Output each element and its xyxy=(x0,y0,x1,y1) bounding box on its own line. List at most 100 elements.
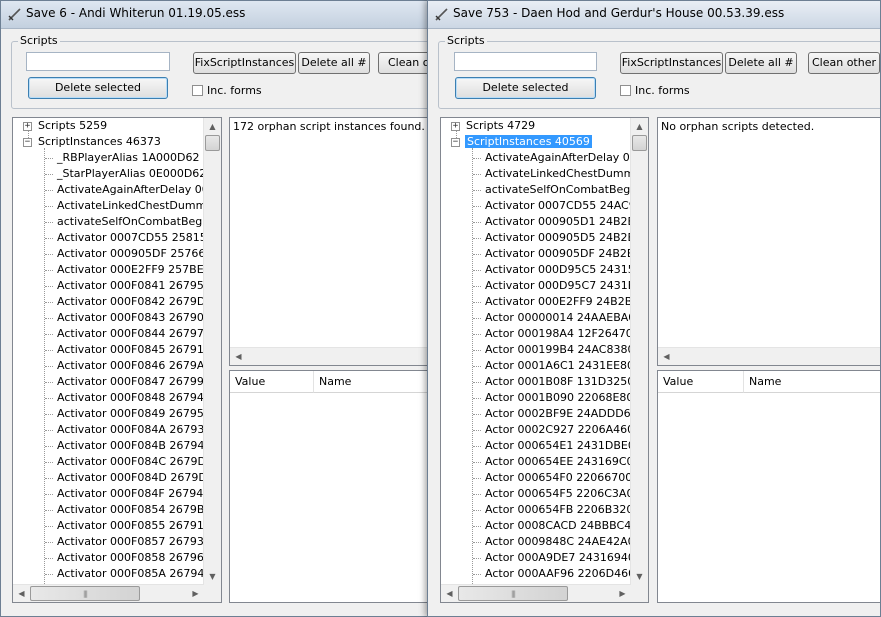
tree-item[interactable]: Actor 0001B08F 131D3250 xyxy=(485,374,634,390)
right-save-window[interactable]: Save 753 - Daen Hod and Gerdur's House 0… xyxy=(427,0,881,617)
right-tree-horizontal-scrollbar[interactable]: ◀ ||| ▶ xyxy=(441,584,631,602)
tree-item[interactable]: Activator 000F0855 26791C00 xyxy=(57,518,221,534)
tree-item[interactable]: Actor 000AAF96 2206D460 xyxy=(485,566,635,582)
tree-item[interactable]: Activator 000F085A 26794580 xyxy=(57,566,221,582)
tree-item[interactable]: _RBPlayerAlias 1A000D62 222 xyxy=(57,150,221,166)
left-message-horizontal-scrollbar[interactable]: ◀ xyxy=(230,347,429,365)
right-tree-hscroll-thumb[interactable]: ||| xyxy=(458,586,568,601)
tree-item[interactable]: Actor 0001A6C1 2431EE80 xyxy=(485,358,634,374)
scroll-down-arrow-icon[interactable]: ▼ xyxy=(204,568,221,585)
right-tree-vscroll-thumb[interactable] xyxy=(632,135,647,151)
tree-item[interactable]: Activator 000F084B 26794FC0 xyxy=(57,438,221,454)
tree-item[interactable]: Activator 000F0857 267931E0 xyxy=(57,534,221,550)
tree-item[interactable]: activateSelfOnCombatBegin 00 xyxy=(485,182,648,198)
tree-item[interactable]: Actor 000654EE 243169C0 xyxy=(485,454,634,470)
scroll-left-arrow-icon[interactable]: ◀ xyxy=(441,585,458,602)
left-delete-all-button[interactable]: Delete all # xyxy=(298,52,370,74)
scroll-down-arrow-icon[interactable]: ▼ xyxy=(631,568,648,585)
right-message-horizontal-scrollbar[interactable]: ◀ xyxy=(658,347,880,365)
tree-item[interactable]: Activator 000905D5 24B2B620 xyxy=(485,230,648,246)
tree-item[interactable]: Activator 000F084F 267941A0 xyxy=(57,486,221,502)
scroll-left-arrow-icon[interactable]: ◀ xyxy=(658,348,675,365)
tree-item[interactable]: ActivateLinkedChestDummySc xyxy=(485,166,648,182)
tree-item[interactable]: Activator 000F0845 26791C20 xyxy=(57,342,221,358)
tree-item[interactable]: activateSelfOnCombatBegin 00 xyxy=(57,214,221,230)
left-column-header-value[interactable]: Value xyxy=(230,371,314,393)
right-clean-other-button[interactable]: Clean other xyxy=(808,52,880,74)
tree-item[interactable]: ActivateAgainAfterDelay 00091 xyxy=(485,150,648,166)
tree-item[interactable]: Actor 00000014 24AAEBA0 xyxy=(485,310,635,326)
left-tree-vertical-scrollbar[interactable]: ▲ ▼ xyxy=(203,118,221,585)
left-delete-selected-button[interactable]: Delete selected xyxy=(28,77,168,99)
tree-item[interactable]: Activator 000E2FF9 24B2B400 xyxy=(485,294,648,310)
tree-item[interactable]: Actor 0002BF9E 24ADDD60 xyxy=(485,406,638,422)
tree-item[interactable]: ActivateAgainAfterDelay 00091 xyxy=(57,182,221,198)
left-inc-forms-checkbox[interactable]: Inc. forms xyxy=(192,84,262,97)
right-value-name-list[interactable]: Value Name xyxy=(657,370,880,603)
scroll-right-arrow-icon[interactable]: ▶ xyxy=(614,585,631,602)
tree-item[interactable]: Activator 000905D1 24B2B7A0 xyxy=(485,214,648,230)
right-tree-node-script-instances[interactable]: ScriptInstances 40569 xyxy=(465,134,592,150)
right-title-bar[interactable]: Save 753 - Daen Hod and Gerdur's House 0… xyxy=(428,1,880,29)
tree-item[interactable]: Activator 0007CD55 25815100 xyxy=(57,230,221,246)
left-save-window[interactable]: Save 6 - Andi Whiterun 01.19.05.ess Scri… xyxy=(0,0,430,617)
tree-item[interactable]: Activator 000E2FF9 257BEA20 xyxy=(57,262,221,278)
tree-item[interactable]: Actor 000654F5 2206C3A0 xyxy=(485,486,633,502)
right-column-header-value[interactable]: Value xyxy=(658,371,744,393)
scroll-up-arrow-icon[interactable]: ▲ xyxy=(631,118,648,135)
right-fix-script-instances-button[interactable]: FixScriptInstances xyxy=(620,52,723,74)
tree-item[interactable]: Activator 000F084C 2679DD00 xyxy=(57,454,221,470)
left-fix-script-instances-button[interactable]: FixScriptInstances xyxy=(193,52,296,74)
left-expand-scripts-icon[interactable]: + xyxy=(23,122,32,131)
tree-item[interactable]: Actor 000199B4 24AC8380 xyxy=(485,342,634,358)
left-collapse-instances-icon[interactable]: − xyxy=(23,138,32,147)
tree-item[interactable]: Activator 000F0854 2679B080 xyxy=(57,502,221,518)
tree-item[interactable]: _StarPlayerAlias 0E000D62 22 xyxy=(57,166,221,182)
right-column-header-name[interactable]: Name xyxy=(744,371,880,393)
scroll-left-arrow-icon[interactable]: ◀ xyxy=(13,585,30,602)
right-tree-node-scripts[interactable]: Scripts 4729 xyxy=(466,118,535,134)
scroll-left-arrow-icon[interactable]: ◀ xyxy=(230,348,247,365)
left-inc-forms-box[interactable] xyxy=(192,85,203,96)
right-script-filter-input[interactable] xyxy=(454,52,597,71)
left-tree-node-scripts[interactable]: Scripts 5259 xyxy=(38,118,107,134)
tree-item[interactable]: Activator 0007CD55 24AC992C xyxy=(485,198,648,214)
left-tree-hscroll-thumb[interactable]: ||| xyxy=(30,586,140,601)
tree-item[interactable]: Activator 000F0843 26790D60 xyxy=(57,310,221,326)
left-value-name-list[interactable]: Value Name xyxy=(229,370,429,603)
tree-item[interactable]: Activator 000D95C7 2431E8A0 xyxy=(485,278,648,294)
right-tree-vertical-scrollbar[interactable]: ▲ ▼ xyxy=(630,118,648,585)
left-tree-horizontal-scrollbar[interactable]: ◀ ||| ▶ xyxy=(13,584,204,602)
tree-item[interactable]: Actor 000654FB 2206B320 xyxy=(485,502,633,518)
tree-item[interactable]: Activator 000F084A 267931C0 xyxy=(57,422,221,438)
tree-item[interactable]: Actor 000198A4 12F26470 xyxy=(485,326,633,342)
tree-item[interactable]: Activator 000F0849 26795C20 xyxy=(57,406,221,422)
tree-item[interactable]: Activator 000905DF 257660C0 xyxy=(57,246,221,262)
scroll-right-arrow-icon[interactable]: ▶ xyxy=(187,585,204,602)
tree-item[interactable]: Actor 000654E1 2431DBE0 xyxy=(485,438,635,454)
tree-item[interactable]: Activator 000D95C5 243150A0 xyxy=(485,262,648,278)
tree-item[interactable]: Activator 000F0846 2679AAE0 xyxy=(57,358,221,374)
right-collapse-instances-icon[interactable]: − xyxy=(451,138,460,147)
left-title-bar[interactable]: Save 6 - Andi Whiterun 01.19.05.ess xyxy=(1,1,429,29)
tree-item[interactable]: Activator 000F0844 267972A0 xyxy=(57,326,221,342)
scroll-up-arrow-icon[interactable]: ▲ xyxy=(204,118,221,135)
right-delete-all-button[interactable]: Delete all # xyxy=(725,52,797,74)
tree-item[interactable]: Activator 000F0847 26799E00 xyxy=(57,374,221,390)
tree-item[interactable]: Activator 000F0848 26794100 xyxy=(57,390,221,406)
right-expand-scripts-icon[interactable]: + xyxy=(451,122,460,131)
tree-item[interactable]: Actor 0009848C 24AE42A0 xyxy=(485,534,635,550)
tree-item[interactable]: Activator 000F0858 267968C0 xyxy=(57,550,221,566)
right-inc-forms-checkbox[interactable]: Inc. forms xyxy=(620,84,690,97)
tree-item[interactable]: Activator 000905DF 24B2B600 xyxy=(485,246,648,262)
tree-item[interactable]: Activator 000F0841 26795C00 xyxy=(57,278,221,294)
left-tree-vscroll-thumb[interactable] xyxy=(205,135,220,151)
tree-item[interactable]: Actor 0008CACD 24BBBC40 xyxy=(485,518,638,534)
left-script-tree[interactable]: + Scripts 5259 − ScriptInstances 46373 _… xyxy=(12,117,222,603)
left-script-filter-input[interactable] xyxy=(26,52,170,71)
tree-item[interactable]: ActivateLinkedChestDummySc xyxy=(57,198,221,214)
tree-item[interactable]: Activator 000F084D 2679DCE0 xyxy=(57,470,221,486)
tree-item[interactable]: Actor 000654F0 22066700 xyxy=(485,470,632,486)
tree-item[interactable]: Actor 0002C927 2206A460 xyxy=(485,422,634,438)
tree-item[interactable]: Actor 0001B090 22068E80 xyxy=(485,390,633,406)
